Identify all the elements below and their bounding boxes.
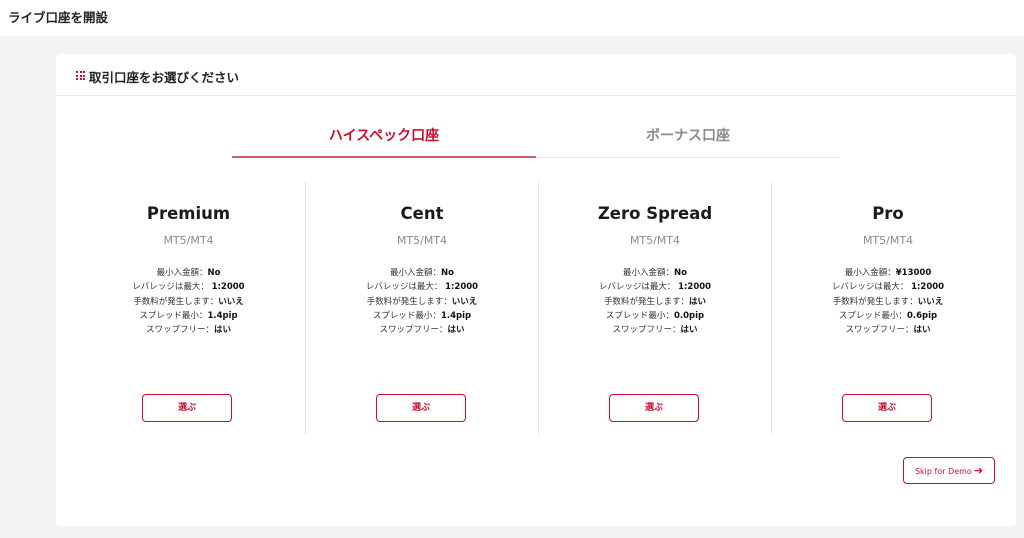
feature-value: 1:2000 [911,282,945,293]
feature-min-deposit: 最小入金額：No [306,266,538,280]
feature-spread: スプレッド最小：1.4pip [306,309,538,323]
feature-value: 1.4pip [207,310,238,321]
plan-card-pro: Pro MT5/MT4 最小入金額：¥13000 レバレッジは最大： 1:200… [771,182,1004,434]
plan-features: 最小入金額：No レバレッジは最大： 1:2000 手数料が発生します：はい ス… [539,266,771,337]
plan-platform: MT5/MT4 [629,234,681,247]
feature-label: 手数料が発生します： [133,296,219,307]
feature-value: いいえ [917,296,944,307]
feature-value: 1:2000 [678,282,712,293]
page-title: ライブ口座を開設 [8,10,109,25]
skip-for-demo-label: Skip for Demo [914,467,972,476]
select-plan-button[interactable]: 選ぶ [609,394,699,422]
tab-bonus[interactable]: ボーナス口座 [536,126,840,158]
feature-leverage: レバレッジは最大： 1:2000 [306,280,538,294]
feature-value: はい [447,325,465,336]
feature-commission: 手数料が発生します：はい [539,295,771,309]
feature-value: いいえ [218,296,244,307]
tab-high-spec[interactable]: ハイスペック口座 [232,126,536,158]
feature-label: 手数料が発生します： [832,296,918,307]
feature-value: No [674,268,687,278]
plan-card-premium: Premium MT5/MT4 最小入金額：No レバレッジは最大： 1:200… [72,182,305,434]
plan-name: Premium [146,204,231,223]
feature-label: レバレッジは最大： [598,282,679,293]
feature-label: スワップフリー： [145,325,214,336]
feature-value: 0.6pip [906,310,938,321]
account-type-tabs: ハイスペック口座 ボーナス口座 [232,126,840,158]
card-header: 取引口座をお選びください [56,54,1016,96]
feature-value: はい [680,325,698,336]
skip-for-demo-button[interactable]: Skip for Demo ➔ [903,457,995,484]
select-plan-button[interactable]: 選ぶ [842,394,932,422]
feature-label: 最小入金額： [844,268,896,278]
feature-label: 手数料が発生します： [366,296,452,307]
feature-value: はい [214,325,232,336]
feature-label: 最小入金額： [390,268,442,278]
feature-spread: スプレッド最小：0.6pip [772,309,1004,323]
feature-label: スプレッド最小： [838,310,907,321]
account-selection-card: 取引口座をお選びください ハイスペック口座 ボーナス口座 Premium MT5… [56,54,1016,526]
plan-card-cent: Cent MT5/MT4 最小入金額：No レバレッジは最大： 1:2000 手… [305,182,538,434]
feature-label: レバレッジは最大： [132,282,212,293]
feature-commission: 手数料が発生します：いいえ [772,295,1004,309]
arrow-right-icon: ➔ [973,464,984,477]
feature-swap-free: スワップフリー：はい [539,323,771,337]
feature-label: スワップフリー： [845,325,914,336]
feature-label: スワップフリー： [379,325,448,336]
feature-label: 最小入金額： [623,268,675,278]
feature-leverage: レバレッジは最大： 1:2000 [72,280,305,294]
plan-name: Zero Spread [597,204,713,223]
feature-value: ¥13000 [895,268,932,278]
feature-swap-free: スワップフリー：はい [306,323,538,337]
feature-value: いいえ [451,296,478,307]
feature-value: はい [913,325,931,336]
plan-features: 最小入金額：No レバレッジは最大： 1:2000 手数料が発生します：いいえ … [72,266,305,337]
feature-label: 手数料が発生します： [603,296,689,307]
feature-label: スプレッド最小： [372,310,441,321]
plan-name: Pro [872,204,904,223]
feature-swap-free: スワップフリー：はい [772,323,1004,337]
select-plan-button[interactable]: 選ぶ [376,394,466,422]
card-title: 取引口座をお選びください [89,70,240,85]
plan-card-zero-spread: Zero Spread MT5/MT4 最小入金額：No レバレッジは最大： 1… [538,182,771,434]
plan-platform: MT5/MT4 [163,234,214,247]
feature-spread: スプレッド最小：1.4pip [72,309,305,323]
select-plan-button[interactable]: 選ぶ [142,394,232,422]
feature-value: 1:2000 [211,282,245,293]
plan-features: 最小入金額：No レバレッジは最大： 1:2000 手数料が発生します：いいえ … [306,266,538,337]
feature-spread: スプレッド最小：0.0pip [539,309,771,323]
feature-min-deposit: 最小入金額：No [72,266,305,280]
feature-label: レバレッジは最大： [365,282,446,293]
feature-value: 1.4pip [440,310,472,321]
feature-value: 0.0pip [673,310,705,321]
feature-min-deposit: 最小入金額：No [539,266,771,280]
plan-features: 最小入金額：¥13000 レバレッジは最大： 1:2000 手数料が発生します：… [772,266,1004,337]
feature-leverage: レバレッジは最大： 1:2000 [772,280,1004,294]
feature-min-deposit: 最小入金額：¥13000 [772,266,1004,280]
feature-value: はい [689,296,707,307]
plan-list: Premium MT5/MT4 最小入金額：No レバレッジは最大： 1:200… [72,182,1004,434]
feature-value: No [207,268,221,278]
feature-label: スワップフリー： [612,325,681,336]
feature-value: No [441,268,454,278]
feature-label: 最小入金額： [156,268,208,278]
feature-label: レバレッジは最大： [831,282,912,293]
feature-leverage: レバレッジは最大： 1:2000 [539,280,771,294]
grid-icon [76,71,85,80]
plan-platform: MT5/MT4 [862,234,914,247]
feature-label: スプレッド最小： [605,310,674,321]
feature-commission: 手数料が発生します：いいえ [306,295,538,309]
feature-value: 1:2000 [445,282,479,293]
feature-commission: 手数料が発生します：いいえ [72,295,305,309]
plan-name: Cent [400,204,444,223]
feature-label: スプレッド最小： [139,310,208,321]
plan-platform: MT5/MT4 [396,234,448,247]
top-bar: ライブ口座を開設 [0,0,1024,36]
feature-swap-free: スワップフリー：はい [72,323,305,337]
